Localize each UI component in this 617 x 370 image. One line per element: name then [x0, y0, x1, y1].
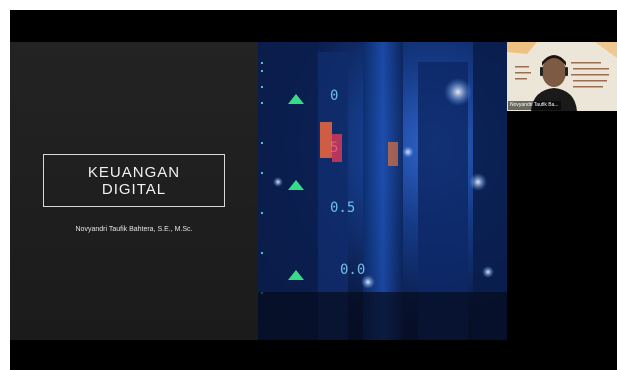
slide-title-box: KEUANGAN DIGITAL: [43, 154, 225, 207]
shared-slide: KEUANGAN DIGITAL Novyandri Taufik Bahter…: [10, 42, 507, 340]
svg-text:0.5: 0.5: [330, 200, 355, 216]
slide-author: Novyandri Taufik Bahtera, S.E., M.Sc.: [75, 226, 193, 233]
stock-ticker-illustration: 0 5 0.5 0.0: [258, 42, 507, 340]
slide-title-line-1: KEUANGAN: [87, 163, 181, 181]
bottom-black-bar: [10, 340, 617, 370]
svg-text:0: 0: [330, 88, 338, 104]
participant-name-tag: Novyandri Taufik Ba...: [508, 101, 561, 110]
slide-title-line-2: DIGITAL: [101, 180, 167, 198]
meeting-window: KEUANGAN DIGITAL Novyandri Taufik Bahter…: [10, 10, 617, 370]
slide-title-panel: KEUANGAN DIGITAL Novyandri Taufik Bahter…: [10, 42, 258, 340]
svg-text:0.0: 0.0: [340, 262, 365, 278]
participant-video-tile[interactable]: Novyandri Taufik Ba...: [507, 42, 617, 111]
slide-stock-image: 0 5 0.5 0.0: [258, 42, 507, 340]
top-black-bar: [10, 10, 617, 42]
